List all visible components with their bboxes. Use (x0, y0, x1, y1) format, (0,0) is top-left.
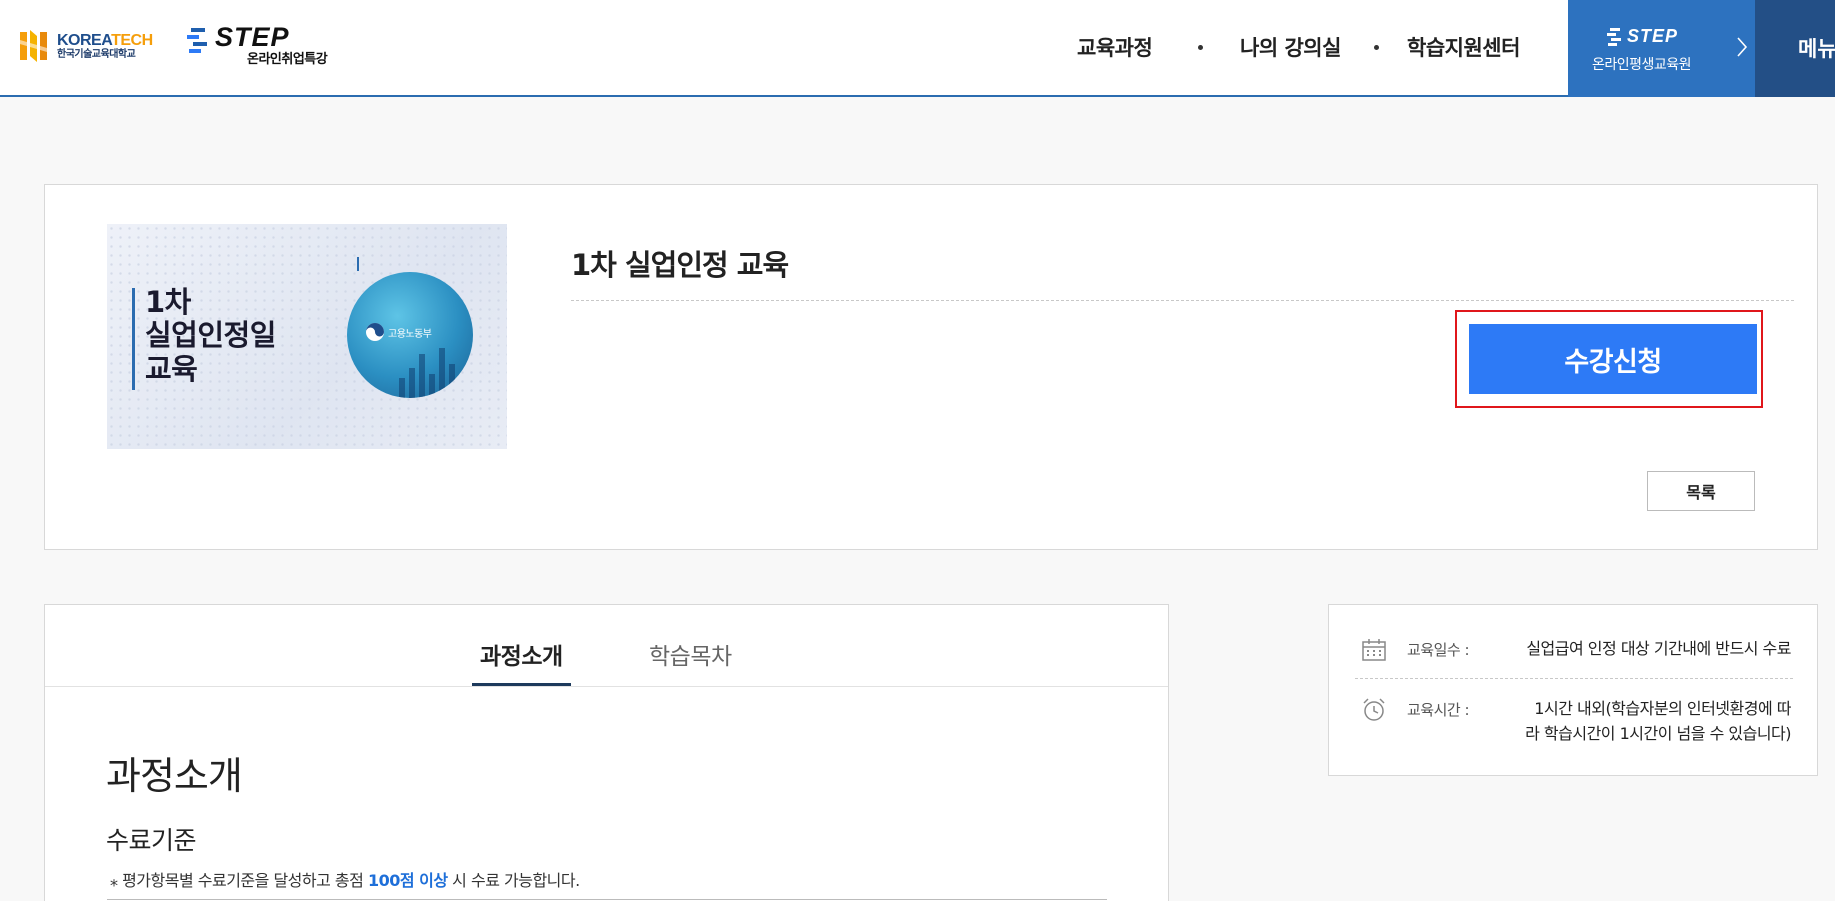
course-thumbnail: 1차 실업인정일 교육 고용노동부 (107, 224, 507, 449)
criteria-text: ⁎ 평가항목별 수료기준을 달성하고 총점 (110, 871, 368, 890)
nav-separator (1374, 45, 1379, 50)
info-value-line: 1시간 내외(학습자분의 인터넷환경에 따 (1534, 699, 1791, 718)
course-detail-panel: 과정소개 학습목차 과정소개 수료기준 ⁎ 평가항목별 수료기준을 달성하고 총… (44, 604, 1169, 901)
koreatech-name-ko: 한국기술교육대학교 (57, 49, 136, 61)
alarm-clock-icon (1363, 698, 1385, 721)
step-name-en: STEP (215, 22, 290, 52)
course-summary-card: 1차 실업인정일 교육 고용노동부 1차 실업인정 교육 수강신청 목록 (44, 184, 1818, 550)
thumbnail-title: 1차 실업인정일 교육 (145, 285, 276, 386)
divider (107, 899, 1107, 900)
info-value-line: 라 학습시간이 1시간이 넘을 수 있습니다) (1525, 723, 1791, 743)
step-logo[interactable]: STEP 온라인취업특강 (185, 22, 328, 67)
step-emblem-icon (1607, 27, 1621, 46)
calendar-icon (1362, 639, 1386, 661)
step-edu-name-ko: 온라인평생교육원 (1592, 57, 1692, 73)
course-title: 1차 실업인정 교육 (571, 248, 789, 282)
active-tab-indicator (472, 683, 571, 686)
list-button[interactable]: 목록 (1647, 471, 1755, 511)
info-label: 교육시간 : (1407, 701, 1470, 719)
nav-label: 나의 강의실 (1240, 36, 1341, 60)
menu-button[interactable]: 메뉴 (1755, 0, 1835, 97)
nav-label: 교육과정 (1077, 36, 1153, 60)
nav-item-my-classroom[interactable]: 나의 강의실 (1240, 32, 1341, 62)
nav-item-support-center[interactable]: 학습지원센터 (1407, 32, 1520, 62)
criteria-highlight: 100점 이상 (367, 871, 448, 890)
chevron-right-icon (1737, 37, 1748, 57)
divider (1355, 678, 1793, 679)
tab-course-intro[interactable]: 과정소개 (480, 637, 563, 671)
koreatech-name-en-accent: TECH (111, 31, 153, 49)
tab-curriculum[interactable]: 학습목차 (649, 637, 732, 671)
step-emblem-icon (187, 28, 207, 53)
nav-label: 학습지원센터 (1407, 36, 1520, 60)
course-info-box: 교육일수 : 실업급여 인정 대상 기간내에 반드시 수료 교육시간 : 1시간… (1328, 604, 1818, 776)
completion-criteria: ⁎ 평가항목별 수료기준을 달성하고 총점 100점 이상 시 수료 가능합니다… (110, 867, 580, 891)
divider (571, 300, 1794, 301)
ministry-circle-image: 고용노동부 (347, 272, 473, 398)
section-title: 과정소개 (106, 754, 243, 798)
step-lifelong-education-link[interactable]: STEP 온라인평생교육원 (1568, 0, 1755, 97)
nav-separator (1198, 45, 1203, 50)
criteria-text-end: 시 수료 가능합니다. (447, 871, 580, 890)
koreatech-emblem-icon (20, 30, 47, 62)
nav-item-courses[interactable]: 교육과정 (1077, 32, 1153, 62)
sub-section-title: 수료기준 (106, 826, 197, 855)
apply-button[interactable]: 수강신청 (1469, 324, 1757, 394)
step-edu-name-en: STEP (1627, 26, 1679, 46)
info-value: 1시간 내외(학습자분의 인터넷환경에 따 라 학습시간이 1시간이 넘을 수 … (1525, 697, 1791, 747)
menu-label: 메뉴 (1798, 37, 1835, 61)
step-name-ko: 온라인취업특강 (247, 52, 328, 67)
koreatech-name-en: KOREA (57, 31, 112, 49)
info-value: 실업급여 인정 대상 기간내에 반드시 수료 (1526, 639, 1791, 658)
info-label: 교육일수 : (1407, 641, 1470, 659)
koreatech-logo[interactable]: KOREATECH 한국기술교육대학교 (18, 26, 153, 66)
site-header: KOREATECH 한국기술교육대학교 STEP 온라인취업특강 교육과정 나의… (0, 0, 1835, 97)
ministry-emblem-icon (366, 323, 384, 341)
tab-bar: 과정소개 학습목차 (45, 605, 1168, 687)
apply-highlight-box: 수강신청 (1455, 310, 1763, 408)
ministry-name: 고용노동부 (388, 328, 432, 340)
